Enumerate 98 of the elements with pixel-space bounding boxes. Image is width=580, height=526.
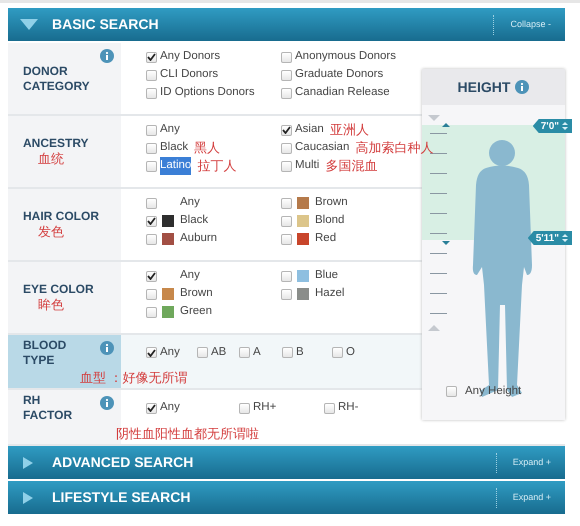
section-label: DONOR CATEGORY	[23, 64, 90, 94]
checkbox[interactable]	[146, 306, 157, 318]
up-down-icon	[562, 234, 568, 242]
option-label[interactable]: Blond	[315, 212, 344, 230]
option-label[interactable]: Any	[160, 121, 180, 139]
up-down-icon	[562, 122, 568, 130]
expanded-caret-icon	[20, 18, 38, 30]
option-label[interactable]: B	[296, 344, 304, 362]
checkbox[interactable]	[281, 52, 292, 62]
checkbox[interactable]	[146, 124, 157, 136]
checkbox[interactable]	[146, 70, 157, 80]
checkbox[interactable]	[146, 52, 157, 62]
annotation-text: 阴性血阳性血都无所谓啦	[116, 426, 259, 443]
checkbox[interactable]	[324, 402, 335, 414]
option-label[interactable]: CLI Donors	[160, 66, 218, 84]
option-label[interactable]: Auburn	[180, 230, 218, 248]
upper-height-handle[interactable]: 7'0"	[532, 119, 572, 133]
option-label[interactable]: Any	[160, 399, 180, 417]
annotation-text: 血统	[38, 151, 64, 167]
panel-header[interactable]: ADVANCED SEARCH Expand +	[8, 446, 565, 479]
checkbox[interactable]	[332, 347, 343, 358]
annotation-text: 黑人	[194, 140, 220, 156]
checkbox[interactable]	[281, 124, 292, 136]
checkbox[interactable]	[146, 402, 157, 414]
panel-header[interactable]: BASIC SEARCH Collapse -	[8, 8, 565, 41]
option-label[interactable]: Black	[180, 212, 208, 230]
checkbox[interactable]	[281, 160, 292, 172]
checkbox[interactable]	[146, 88, 157, 98]
checkbox[interactable]	[446, 386, 457, 398]
section-label: BLOOD TYPE	[23, 338, 66, 368]
section-label: ANCESTRY	[23, 136, 89, 151]
checkbox[interactable]	[146, 270, 157, 282]
option-label[interactable]: Multi	[295, 157, 320, 175]
option-label[interactable]: Green	[180, 303, 212, 321]
annotation-text: 发色	[38, 224, 64, 240]
checkbox[interactable]	[281, 142, 292, 154]
option-label[interactable]: ID Options Donors	[160, 84, 255, 102]
option-label[interactable]: Brown	[180, 285, 213, 303]
option-label[interactable]: AB	[211, 344, 226, 362]
option-label[interactable]: Anonymous Donors	[295, 48, 396, 66]
option-label[interactable]: RH+	[253, 399, 276, 417]
checkbox[interactable]	[239, 402, 250, 414]
annotation-text: 眸色	[38, 297, 64, 313]
annotation-text: 血型 ：好像无所谓	[80, 370, 188, 387]
checkbox[interactable]	[281, 198, 292, 208]
option-label[interactable]: Hazel	[315, 285, 344, 303]
lower-height-handle[interactable]: 5'11"	[528, 231, 572, 245]
info-icon[interactable]	[515, 80, 530, 94]
option-label[interactable]: Latino	[160, 157, 192, 175]
checkbox[interactable]	[146, 234, 157, 244]
option-label[interactable]: Any	[180, 267, 200, 285]
checkbox[interactable]	[197, 347, 208, 358]
info-icon[interactable]	[100, 341, 114, 355]
panel-title: ADVANCED SEARCH	[52, 453, 194, 472]
info-icon[interactable]	[100, 49, 114, 63]
checkbox[interactable]	[146, 288, 157, 300]
section-label: EYE COLOR	[23, 282, 94, 297]
info-icon[interactable]	[100, 396, 114, 410]
option-label[interactable]: Blue	[315, 267, 338, 285]
annotation-text: 高加索白种人	[355, 140, 434, 156]
section-label: HAIR COLOR	[23, 209, 99, 224]
checkbox[interactable]	[146, 142, 157, 154]
option-label[interactable]: Graduate Donors	[295, 66, 384, 84]
panel-toggle-link[interactable]: Collapse -	[493, 14, 565, 34]
option-label[interactable]: A	[253, 344, 261, 362]
option-label[interactable]: Any	[180, 194, 200, 212]
section-label: RH FACTOR	[23, 393, 72, 423]
panel-title: LIFESTYLE SEARCH	[52, 488, 190, 507]
option-label[interactable]: O	[346, 344, 355, 362]
checkbox[interactable]	[146, 347, 157, 358]
option-label[interactable]: Asian	[295, 121, 324, 139]
panel-title: HEIGHT	[458, 78, 510, 96]
option-label[interactable]: Black	[160, 139, 188, 157]
checkbox[interactable]	[281, 70, 292, 80]
checkbox[interactable]	[281, 88, 292, 98]
option-label[interactable]: Brown	[315, 194, 348, 212]
annotation-text: 多国混血	[325, 158, 378, 174]
checkbox[interactable]	[281, 234, 292, 244]
checkbox[interactable]	[281, 270, 292, 282]
checkbox[interactable]	[281, 216, 292, 226]
panel-toggle-link[interactable]: Expand +	[496, 488, 565, 508]
checkbox[interactable]	[239, 347, 250, 358]
option-label[interactable]: Canadian Release	[295, 84, 390, 102]
checkbox[interactable]	[282, 347, 293, 358]
checkbox[interactable]	[146, 160, 157, 172]
checkbox[interactable]	[146, 198, 157, 208]
annotation-text: 拉丁人	[197, 158, 236, 174]
panel-header[interactable]: LIFESTYLE SEARCH Expand +	[8, 481, 565, 514]
option-label[interactable]: Red	[315, 230, 336, 248]
option-label[interactable]: Any	[160, 344, 180, 362]
panel-title: BASIC SEARCH	[52, 15, 159, 34]
annotation-text: 亚洲人	[330, 122, 369, 138]
option-label[interactable]: Any Donors	[160, 48, 220, 66]
checkbox[interactable]	[146, 216, 157, 226]
panel-toggle-link[interactable]: Expand +	[496, 452, 565, 472]
option-label[interactable]: Caucasian	[295, 139, 350, 157]
option-label[interactable]: RH-	[338, 399, 358, 417]
checkbox[interactable]	[281, 288, 292, 300]
